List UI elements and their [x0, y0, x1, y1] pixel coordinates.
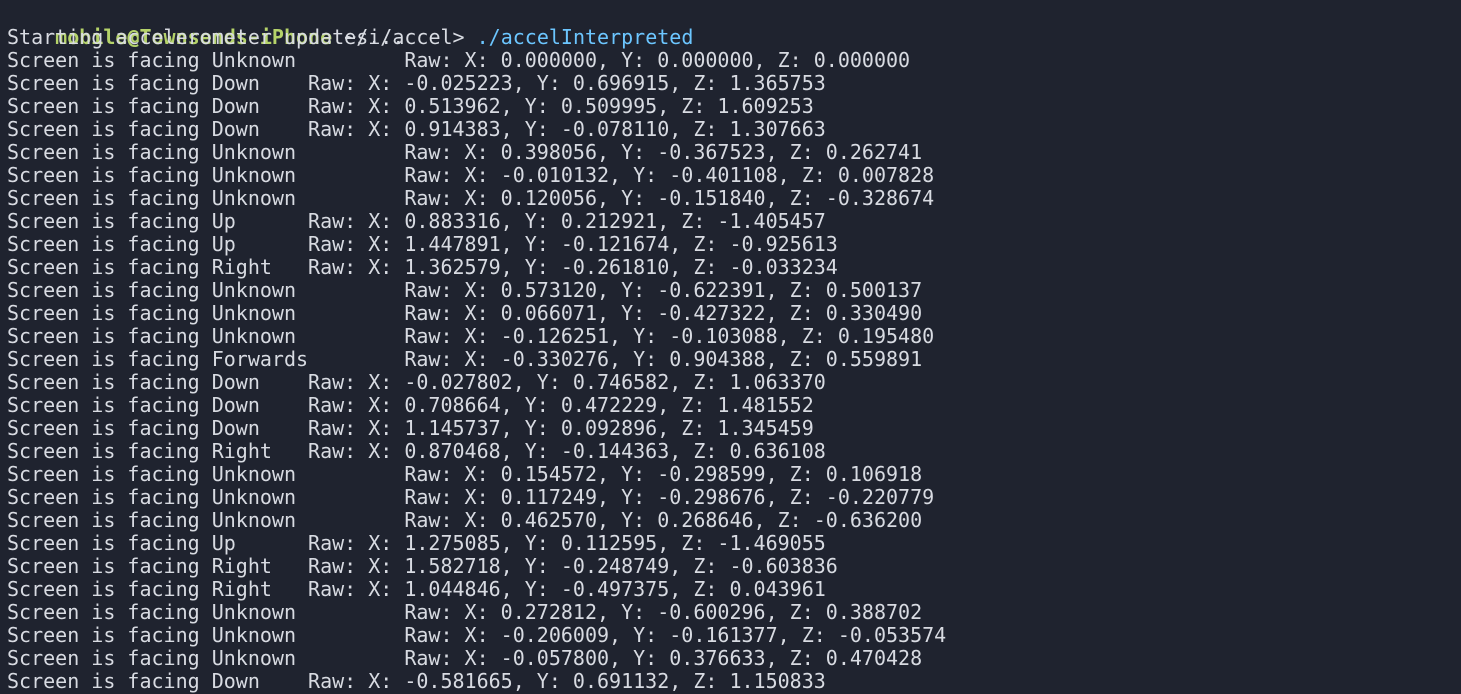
output-line: Screen is facing Down Raw: X: 0.708664, … [7, 393, 814, 417]
output-line: Screen is facing Right Raw: X: 0.870468,… [7, 439, 826, 463]
output-line: Starting accelerometer updates... [7, 25, 405, 49]
output-line: Screen is facing Unknown Raw: X: 0.00000… [7, 48, 911, 72]
output-line: Screen is facing Unknown Raw: X: 0.27281… [7, 600, 923, 624]
output-line: Screen is facing Unknown Raw: X: 0.06607… [7, 301, 923, 325]
output-line: Screen is facing Right Raw: X: 1.362579,… [7, 255, 838, 279]
output-line: Screen is facing Up Raw: X: 1.275085, Y:… [7, 531, 826, 555]
output-line: Screen is facing Forwards Raw: X: -0.330… [7, 347, 923, 371]
output-line: Screen is facing Unknown Raw: X: 0.12005… [7, 186, 935, 210]
output-line: Screen is facing Unknown Raw: X: -0.0578… [7, 646, 923, 670]
output-line: Screen is facing Down Raw: X: -0.025223,… [7, 71, 826, 95]
output-line: Screen is facing Unknown Raw: X: -0.2060… [7, 623, 947, 647]
output-line: Screen is facing Unknown Raw: X: 0.15457… [7, 462, 923, 486]
output-line: Screen is facing Right Raw: X: 1.044846,… [7, 577, 826, 601]
output-line: Screen is facing Unknown Raw: X: -0.1262… [7, 324, 935, 348]
prompt-command: ./accelInterpreted [476, 25, 694, 49]
output-line: Screen is facing Unknown Raw: X: -0.0101… [7, 163, 935, 187]
output-line: Screen is facing Down Raw: X: -0.027802,… [7, 370, 826, 394]
output-line: Screen is facing Unknown Raw: X: 0.57312… [7, 278, 923, 302]
output-line: Screen is facing Down Raw: X: 1.145737, … [7, 416, 814, 440]
output-line: Screen is facing Down Raw: X: -0.581665,… [7, 669, 826, 693]
output-line: Screen is facing Down Raw: X: 0.513962, … [7, 94, 814, 118]
prompt-line: mobile@Townsends-iPhone ~/i/accel> ./acc… [7, 3, 1461, 49]
output-line: Screen is facing Up Raw: X: 0.883316, Y:… [7, 209, 826, 233]
output-line: Screen is facing Right Raw: X: 1.582718,… [7, 554, 838, 578]
output-line: Screen is facing Down Raw: X: 0.914383, … [7, 117, 826, 141]
output-line: Screen is facing Unknown Raw: X: 0.11724… [7, 485, 935, 509]
output-line: Screen is facing Up Raw: X: 1.447891, Y:… [7, 232, 838, 256]
terminal-window[interactable]: mobile@Townsends-iPhone ~/i/accel> ./acc… [0, 0, 1461, 694]
output-line: Screen is facing Unknown Raw: X: 0.39805… [7, 140, 923, 164]
output-line: Screen is facing Unknown Raw: X: 0.46257… [7, 508, 923, 532]
